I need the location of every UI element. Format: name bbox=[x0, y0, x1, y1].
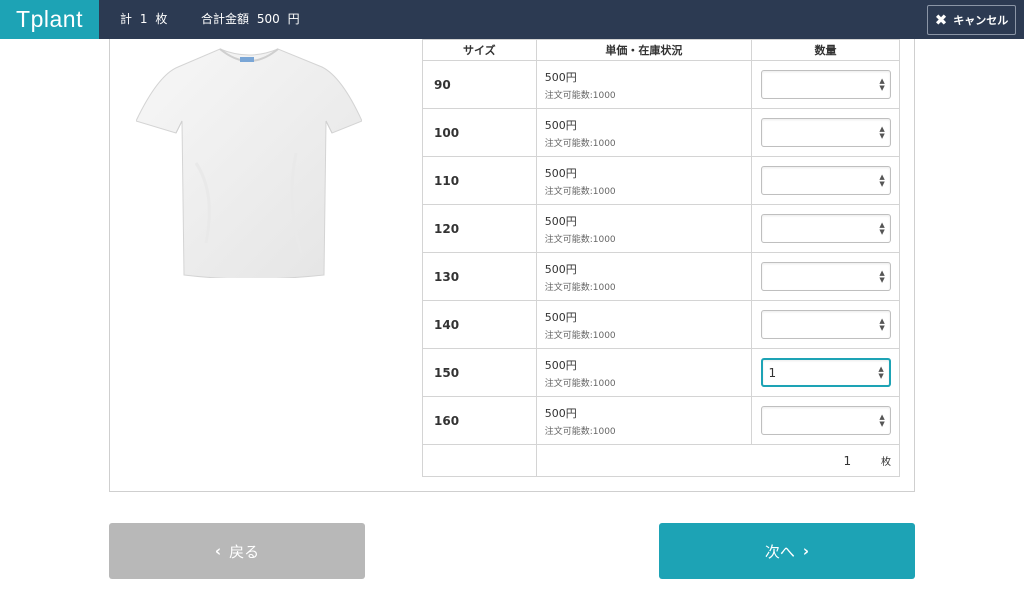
quantity-stepper[interactable]: ▲ ▼ bbox=[760, 262, 891, 291]
quantity-value: 1 bbox=[768, 365, 777, 380]
table-row: 160 500円 注文可能数:1000 ▲ ▼ bbox=[422, 396, 900, 445]
table-row: 150 500円 注文可能数:1000 1 ▲ ▼ bbox=[422, 348, 900, 397]
price-cell: 500円 注文可能数:1000 bbox=[535, 300, 753, 349]
stock-status: 注文可能数:1000 bbox=[544, 90, 616, 101]
quantity-stepper[interactable]: ▲ ▼ bbox=[760, 310, 891, 339]
unit-price: 500円 bbox=[544, 214, 577, 228]
count-label: 計 bbox=[120, 12, 133, 26]
quantity-stepper[interactable]: ▲ ▼ bbox=[760, 166, 891, 195]
quantity-cell: ▲ ▼ bbox=[751, 204, 900, 253]
quantity-stepper[interactable]: 1 ▲ ▼ bbox=[760, 358, 891, 387]
header-price-stock: 単価・在庫状況 bbox=[535, 39, 753, 61]
price-cell: 500円 注文可能数:1000 bbox=[535, 348, 753, 397]
cancel-button[interactable]: ✖ キャンセル bbox=[927, 5, 1016, 35]
quantity-cell: ▲ ▼ bbox=[751, 156, 900, 205]
header-size: サイズ bbox=[422, 39, 537, 61]
unit-price: 500円 bbox=[544, 406, 577, 420]
back-button[interactable]: ‹ 戻る bbox=[109, 523, 365, 579]
unit-price: 500円 bbox=[544, 310, 577, 324]
unit-price: 500円 bbox=[544, 70, 577, 84]
table-row: 100 500円 注文可能数:1000 ▲ ▼ bbox=[422, 108, 900, 157]
size-cell: 150 bbox=[422, 348, 537, 397]
size-cell: 160 bbox=[422, 396, 537, 445]
stock-status: 注文可能数:1000 bbox=[544, 426, 616, 437]
count-unit: 枚 bbox=[155, 12, 168, 26]
logo[interactable]: Tplant bbox=[0, 0, 99, 39]
quantity-cell: ▲ ▼ bbox=[751, 252, 900, 301]
stock-status: 注文可能数:1000 bbox=[544, 186, 616, 197]
table-row: 120 500円 注文可能数:1000 ▲ ▼ bbox=[422, 204, 900, 253]
spinner-icon[interactable]: ▲ ▼ bbox=[879, 173, 886, 188]
unit-price: 500円 bbox=[544, 358, 577, 372]
stock-status: 注文可能数:1000 bbox=[544, 378, 616, 389]
table-row: 140 500円 注文可能数:1000 ▲ ▼ bbox=[422, 300, 900, 349]
close-icon: ✖ bbox=[934, 10, 948, 29]
stock-status: 注文可能数:1000 bbox=[544, 234, 616, 245]
spinner-icon[interactable]: ▲ ▼ bbox=[879, 125, 886, 140]
table-row: 110 500円 注文可能数:1000 ▲ ▼ bbox=[422, 156, 900, 205]
total-quantity: 1 bbox=[843, 454, 852, 468]
order-summary: 計 1 枚 合計金額 500 円 bbox=[120, 0, 304, 39]
spinner-icon[interactable]: ▲ ▼ bbox=[879, 221, 886, 236]
spinner-icon[interactable]: ▲ ▼ bbox=[879, 317, 886, 332]
unit-price: 500円 bbox=[544, 166, 577, 180]
quantity-cell: ▲ ▼ bbox=[751, 60, 900, 109]
table-row: 90 500円 注文可能数:1000 ▲ ▼ bbox=[422, 60, 900, 109]
stock-status: 注文可能数:1000 bbox=[544, 282, 616, 293]
spinner-icon[interactable]: ▲ ▼ bbox=[879, 269, 886, 284]
chevron-right-icon: › bbox=[802, 542, 810, 560]
total-label: 合計金額 bbox=[200, 12, 249, 26]
count-value: 1 bbox=[139, 12, 148, 26]
price-cell: 500円 注文可能数:1000 bbox=[535, 60, 753, 109]
spinner-icon[interactable]: ▲ ▼ bbox=[878, 365, 885, 380]
table-row: 130 500円 注文可能数:1000 ▲ ▼ bbox=[422, 252, 900, 301]
next-label: 次へ bbox=[764, 542, 795, 561]
tshirt-image bbox=[136, 48, 362, 278]
total-quantity-cell: 1 枚 bbox=[535, 444, 901, 477]
size-cell: 90 bbox=[422, 60, 537, 109]
price-cell: 500円 注文可能数:1000 bbox=[535, 396, 753, 445]
size-cell: 120 bbox=[422, 204, 537, 253]
product-card: サイズ 単価・在庫状況 数量 90 500円 注文可能数:1000 ▲ ▼ 10… bbox=[109, 39, 915, 492]
stock-status: 注文可能数:1000 bbox=[544, 330, 616, 341]
quantity-stepper[interactable]: ▲ ▼ bbox=[760, 406, 891, 435]
stock-status: 注文可能数:1000 bbox=[544, 138, 616, 149]
quantity-cell: ▲ ▼ bbox=[751, 108, 900, 157]
total-quantity-unit: 枚 bbox=[881, 457, 891, 468]
spinner-icon[interactable]: ▲ ▼ bbox=[879, 77, 886, 92]
back-label: 戻る bbox=[229, 542, 260, 561]
unit-price: 500円 bbox=[544, 262, 577, 276]
quantity-cell: ▲ ▼ bbox=[751, 396, 900, 445]
quantity-stepper[interactable]: ▲ ▼ bbox=[760, 214, 891, 243]
top-bar: Tplant 計 1 枚 合計金額 500 円 ✖ キャンセル bbox=[0, 0, 1024, 39]
cancel-label: キャンセル bbox=[953, 14, 1009, 27]
total-row: 1 枚 bbox=[422, 444, 901, 477]
unit-price: 500円 bbox=[544, 118, 577, 132]
size-cell: 110 bbox=[422, 156, 537, 205]
quantity-cell: ▲ ▼ bbox=[751, 300, 900, 349]
size-cell: 130 bbox=[422, 252, 537, 301]
size-cell: 100 bbox=[422, 108, 537, 157]
price-cell: 500円 注文可能数:1000 bbox=[535, 252, 753, 301]
price-cell: 500円 注文可能数:1000 bbox=[535, 204, 753, 253]
size-cell: 140 bbox=[422, 300, 537, 349]
price-cell: 500円 注文可能数:1000 bbox=[535, 108, 753, 157]
total-unit: 円 bbox=[287, 12, 300, 26]
header-quantity: 数量 bbox=[751, 39, 900, 61]
total-value: 500 bbox=[256, 12, 280, 26]
table-header-row: サイズ 単価・在庫状況 数量 bbox=[422, 39, 900, 61]
next-button[interactable]: 次へ › bbox=[659, 523, 915, 579]
quantity-stepper[interactable]: ▲ ▼ bbox=[760, 70, 891, 99]
chevron-left-icon: ‹ bbox=[214, 542, 222, 560]
price-cell: 500円 注文可能数:1000 bbox=[535, 156, 753, 205]
quantity-stepper[interactable]: ▲ ▼ bbox=[760, 118, 891, 147]
total-empty-cell bbox=[422, 444, 537, 477]
spinner-icon[interactable]: ▲ ▼ bbox=[879, 413, 886, 428]
size-table: サイズ 単価・在庫状況 数量 90 500円 注文可能数:1000 ▲ ▼ 10… bbox=[422, 39, 901, 477]
quantity-cell: 1 ▲ ▼ bbox=[751, 348, 900, 397]
